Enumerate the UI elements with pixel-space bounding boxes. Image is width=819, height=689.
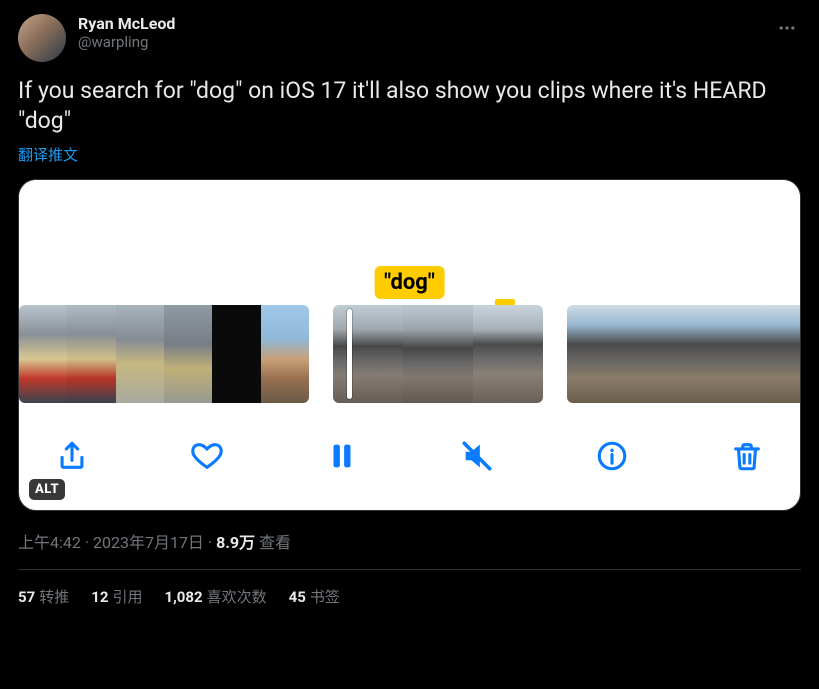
trash-icon	[730, 439, 764, 473]
clip-frame	[19, 305, 67, 403]
clip-group[interactable]	[567, 305, 800, 403]
clip-frame	[403, 305, 473, 403]
speaker-muted-icon	[460, 439, 494, 473]
clip-frame	[333, 305, 403, 403]
delete-button[interactable]	[730, 439, 764, 473]
retweets-stat[interactable]: 57转推	[18, 586, 69, 607]
clip-frame	[67, 305, 115, 403]
avatar[interactable]	[18, 14, 66, 62]
media-attachment[interactable]: "dog"	[18, 179, 801, 511]
clip-frame	[473, 305, 543, 403]
translate-link[interactable]: 翻译推文	[18, 144, 78, 165]
pause-button[interactable]	[325, 439, 359, 473]
clip-frame	[164, 305, 212, 403]
info-icon	[595, 439, 629, 473]
likes-stat[interactable]: 1,082喜欢次数	[164, 586, 266, 607]
clip-frame	[610, 305, 653, 403]
views-count: 8.9万	[216, 533, 255, 552]
share-button[interactable]	[55, 439, 89, 473]
search-term-badge: "dog"	[374, 266, 445, 299]
clip-frame	[567, 305, 610, 403]
clip-frame	[212, 305, 260, 403]
views-label: 查看	[255, 533, 291, 552]
video-timeline[interactable]	[19, 305, 800, 403]
tweet-stats: 57转推 12引用 1,082喜欢次数 45书签	[18, 570, 801, 607]
more-options-button[interactable]	[773, 14, 801, 46]
clip-frame	[784, 305, 800, 403]
playhead[interactable]	[347, 309, 352, 399]
tweet-meta[interactable]: 上午4:42 · 2023年7月17日 · 8.9万 查看	[18, 529, 801, 553]
clip-frame	[740, 305, 783, 403]
mute-button[interactable]	[460, 439, 494, 473]
tweet-time: 上午4:42	[18, 533, 81, 552]
clip-group[interactable]	[19, 305, 309, 403]
clip-frame	[697, 305, 740, 403]
alt-text-badge[interactable]: ALT	[29, 479, 65, 500]
pause-icon	[325, 439, 359, 473]
clip-frame	[654, 305, 697, 403]
tweet-text: If you search for "dog" on iOS 17 it'll …	[18, 76, 801, 136]
clip-frame	[116, 305, 164, 403]
quotes-stat[interactable]: 12引用	[91, 586, 142, 607]
heart-icon	[190, 439, 224, 473]
tweet-date: 2023年7月17日	[93, 533, 204, 552]
share-icon	[55, 439, 89, 473]
favorite-button[interactable]	[190, 439, 224, 473]
tweet-container: Ryan McLeod @warpling If you search for …	[0, 0, 819, 621]
media-toolbar	[19, 403, 800, 510]
bookmarks-stat[interactable]: 45书签	[289, 586, 340, 607]
media-whitespace: "dog"	[19, 180, 800, 305]
media-inner: "dog"	[19, 180, 800, 510]
clip-frame	[261, 305, 309, 403]
more-horizontal-icon	[777, 18, 797, 38]
clip-group[interactable]	[333, 305, 543, 403]
user-handle: @warpling	[78, 33, 175, 51]
display-name: Ryan McLeod	[78, 14, 175, 33]
user-block[interactable]: Ryan McLeod @warpling	[78, 14, 175, 51]
tweet-header: Ryan McLeod @warpling	[18, 14, 801, 62]
info-button[interactable]	[595, 439, 629, 473]
